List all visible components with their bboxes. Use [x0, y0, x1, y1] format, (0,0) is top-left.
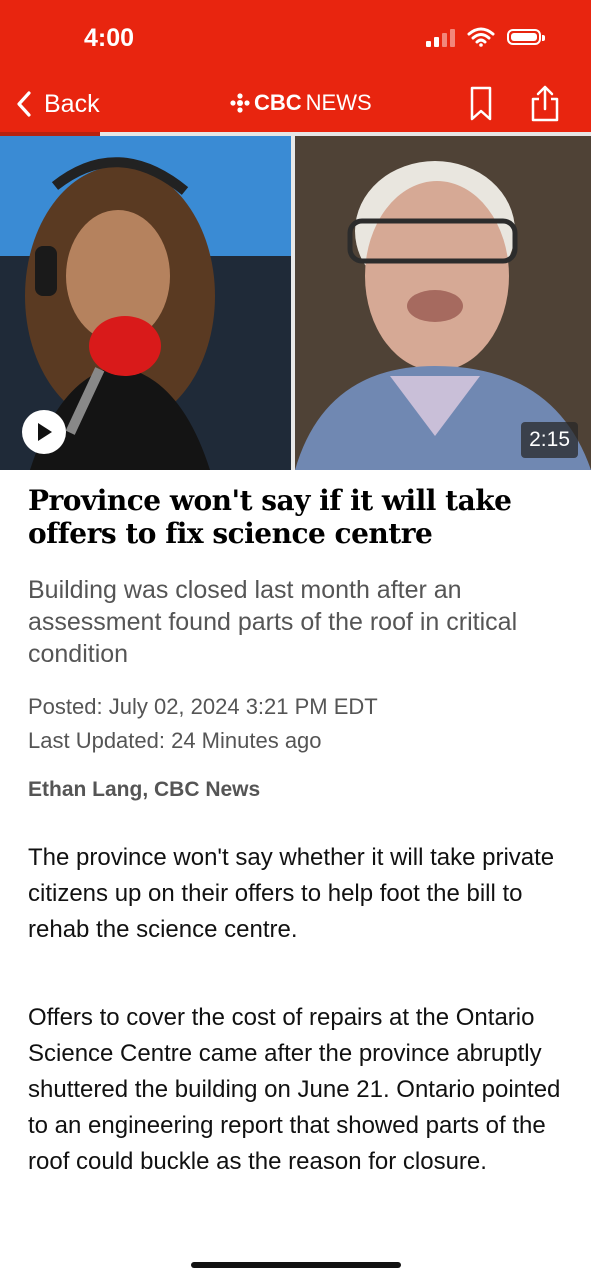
- posted-timestamp: Posted: July 02, 2024 3:21 PM EDT: [28, 694, 378, 719]
- interviewee-image: [295, 136, 591, 470]
- share-button[interactable]: [529, 82, 561, 126]
- home-indicator[interactable]: [191, 1262, 401, 1268]
- article-dek: Building was closed last month after an …: [28, 576, 518, 668]
- nav-bar: Back CBC NEWS: [0, 82, 591, 126]
- play-icon: [38, 423, 52, 441]
- cellular-signal-icon: [426, 27, 455, 47]
- bookmark-button[interactable]: [469, 82, 493, 126]
- video-player[interactable]: 2:15: [0, 136, 591, 470]
- bookmark-icon: [470, 86, 492, 121]
- article-paragraph: The province won't say whether it will t…: [28, 844, 555, 943]
- status-time: 4:00: [84, 24, 135, 52]
- video-frame-right: [295, 136, 591, 470]
- status-icons: [426, 27, 545, 47]
- article-meta: Posted: July 02, 2024 3:21 PM EDT Last U…: [28, 690, 563, 758]
- article-body: The province won't say whether it will t…: [28, 840, 563, 1180]
- cbc-news-logo: CBC NEWS: [230, 90, 372, 116]
- logo-section: NEWS: [305, 90, 372, 115]
- back-label: Back: [44, 89, 100, 118]
- updated-timestamp: Last Updated: 24 Minutes ago: [28, 728, 322, 753]
- chevron-left-icon: [17, 91, 31, 117]
- article-content: Province won't say if it will take offer…: [28, 484, 563, 1232]
- battery-icon: [507, 29, 545, 45]
- article-headline: Province won't say if it will take offer…: [28, 484, 512, 550]
- app-header: 4:00 Back CBC NEWS: [0, 0, 591, 134]
- cbc-gem-icon: [230, 93, 250, 113]
- share-icon: [531, 85, 559, 122]
- logo-brand: CBC: [254, 90, 302, 115]
- play-button[interactable]: [22, 410, 66, 454]
- video-duration-badge: 2:15: [521, 422, 578, 458]
- wifi-icon: [467, 27, 495, 47]
- article-byline[interactable]: Ethan Lang, CBC News: [28, 778, 563, 802]
- back-button[interactable]: Back: [16, 82, 100, 126]
- article-paragraph: Offers to cover the cost of repairs at t…: [28, 1004, 561, 1175]
